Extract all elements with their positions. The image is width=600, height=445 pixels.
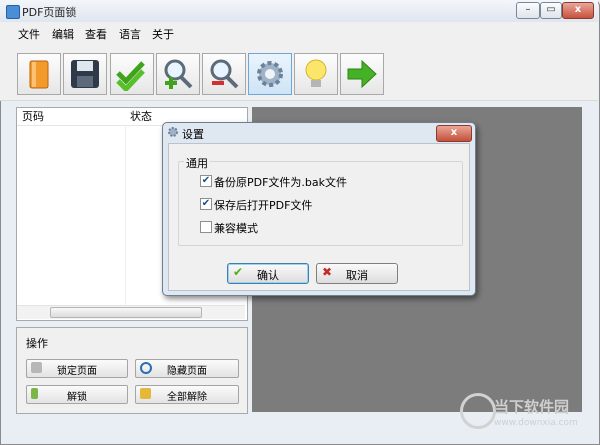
settings-button[interactable] bbox=[248, 53, 292, 95]
watermark-logo bbox=[460, 393, 496, 429]
confirm-button[interactable]: ✔ 确认 bbox=[227, 263, 309, 284]
save-button[interactable] bbox=[63, 53, 107, 95]
group-title: 通用 bbox=[184, 155, 210, 171]
lock-page-button[interactable]: 锁定页面 bbox=[26, 359, 128, 378]
hint-button[interactable] bbox=[294, 53, 338, 95]
menu-file[interactable]: 文件 bbox=[18, 26, 40, 42]
lightbulb-icon bbox=[305, 59, 327, 87]
go-button[interactable] bbox=[340, 53, 384, 95]
close-button[interactable]: x bbox=[562, 2, 594, 19]
column-header-page[interactable]: 页码 bbox=[22, 108, 44, 126]
menu-view[interactable]: 查看 bbox=[85, 26, 107, 42]
hide-page-button[interactable]: 隐藏页面 bbox=[135, 359, 239, 378]
column-header-status[interactable]: 状态 bbox=[130, 108, 152, 126]
save-disk-icon bbox=[71, 60, 99, 88]
settings-gear-icon bbox=[257, 61, 283, 87]
title-bar bbox=[0, 0, 598, 22]
restore-button[interactable]: ▭ bbox=[540, 2, 562, 19]
hide-page-label: 隐藏页面 bbox=[167, 366, 207, 377]
settings-gear-icon bbox=[168, 127, 178, 137]
compat-mode-checkbox[interactable] bbox=[200, 221, 212, 233]
open-after-save-label[interactable]: 保存后打开PDF文件 bbox=[214, 197, 312, 213]
backup-checkbox[interactable]: ✔ bbox=[200, 175, 212, 187]
zoom-in-icon bbox=[164, 59, 193, 89]
menu-language[interactable]: 语言 bbox=[119, 26, 141, 42]
open-book-icon bbox=[29, 60, 49, 89]
lock-page-label: 锁定页面 bbox=[57, 366, 97, 377]
unlock-label: 解锁 bbox=[67, 392, 87, 403]
check-all-icon bbox=[116, 61, 145, 91]
scrollbar-thumb[interactable] bbox=[50, 307, 202, 318]
menu-about[interactable]: 关于 bbox=[152, 26, 174, 42]
zoom-out-button[interactable] bbox=[202, 53, 246, 95]
dialog-title: 设置 bbox=[182, 128, 204, 141]
compat-mode-label[interactable]: 兼容模式 bbox=[214, 220, 258, 236]
app-icon bbox=[6, 5, 20, 19]
backup-option-label[interactable]: 备份原PDF文件为.bak文件 bbox=[214, 174, 347, 190]
zoom-in-button[interactable] bbox=[156, 53, 200, 95]
window-title: PDF页面锁 bbox=[22, 6, 77, 19]
unlock-all-button[interactable]: 全部解除 bbox=[135, 385, 239, 404]
operations-title: 操作 bbox=[26, 337, 48, 350]
cancel-button[interactable]: ✖ 取消 bbox=[316, 263, 398, 284]
unlock-all-label: 全部解除 bbox=[167, 392, 207, 403]
open-after-save-checkbox[interactable]: ✔ bbox=[200, 198, 212, 210]
confirm-label: 确认 bbox=[257, 269, 279, 282]
watermark-text: 当下软件园 bbox=[494, 398, 570, 416]
open-book-button[interactable] bbox=[17, 53, 61, 95]
unlock-button[interactable]: 解锁 bbox=[26, 385, 128, 404]
cancel-label: 取消 bbox=[346, 269, 368, 282]
go-arrow-icon bbox=[347, 59, 377, 89]
dialog-close-button[interactable]: x bbox=[436, 125, 472, 142]
check-all-button[interactable] bbox=[110, 53, 154, 95]
watermark-url: www.downxia.com bbox=[494, 418, 578, 428]
column-divider bbox=[125, 125, 126, 305]
minimize-button[interactable]: – bbox=[516, 2, 540, 19]
zoom-out-icon bbox=[210, 59, 239, 89]
menu-edit[interactable]: 编辑 bbox=[52, 26, 74, 42]
